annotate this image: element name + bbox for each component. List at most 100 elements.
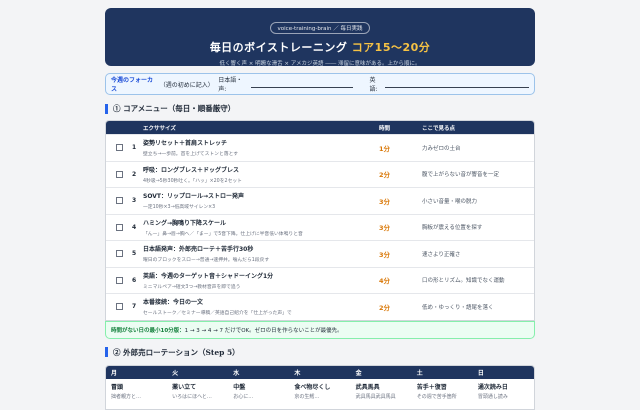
exercise-time: 1分 xyxy=(379,144,391,153)
rotation-item-title: 通次読み日 xyxy=(477,383,508,391)
rotation-cell: 中盤お心に… xyxy=(228,379,289,409)
rotation-cell: 通次読み日冒頭通し読み xyxy=(473,379,534,409)
header-exercise: エクササイズ xyxy=(143,125,176,132)
core-menu-table: エクササイズ 時間 ここで見る点 1 姿勢リセット＋首肩ストレッチ壁立ち→一歩前。… xyxy=(105,120,535,321)
hero-subtitle: 低く響く声 × 明瞭な滑舌 × アメカジ英語 ―― 滞留に意味がある。上から順に… xyxy=(219,61,421,67)
row-checkbox[interactable] xyxy=(115,223,123,231)
row-checkbox[interactable] xyxy=(115,170,123,178)
rotation-day: 月 xyxy=(111,369,118,377)
exercise-time: 4分 xyxy=(379,277,391,286)
exercise-detail: 壁立ち→一歩前。首を上げてストンと落とす xyxy=(143,152,239,158)
focus-hint: （週の初めに記入） xyxy=(159,81,214,89)
focus-label: 今週のフォーカス xyxy=(111,77,154,93)
rotation-cell: 食べ物尽くし 京の生鱈… xyxy=(289,379,350,409)
exercise-title: 姿勢リセット＋首肩ストレッチ xyxy=(143,140,228,148)
row-number: 7 xyxy=(132,303,137,311)
exercise-detail: 曜日のブロックをスロー→普通→速押井。噛んだら1段戻す xyxy=(143,258,270,264)
row-number: 6 xyxy=(132,276,137,284)
exercise-note: 速さより正確さ xyxy=(422,251,461,258)
exercise-title: SOVT：リップロール→ストロー発声 xyxy=(143,193,245,201)
exercise-title: 本番接続：今日の一文 xyxy=(143,299,204,307)
exercise-title: 呼吸：ロングブレス＋ドッグブレス xyxy=(143,166,240,174)
table-row: 7 本番接続：今日の一文セールストーク／セミナー導稿／英語自己紹介を「仕上がった声… xyxy=(106,293,534,320)
exercise-title: 英語：今週のターゲット音＋シャドーイング1分 xyxy=(143,272,274,280)
exercise-title: 日本語発声：外郎売ローテ＋苦手行30秒 xyxy=(143,246,254,254)
rotation-item-sub: 武具馬具武具馬具 xyxy=(355,393,396,400)
table-row: 5 日本語発声：外郎売ローテ＋苦手行30秒曜日のブロックをスロー→普通→速押井。噛… xyxy=(106,240,534,267)
table-row: 2 呼吸：ロングブレス＋ドッグブレス 4秒吸→5秒30秒吐く。「ハッ」×20を2セッ… xyxy=(106,160,534,188)
exercise-note: 胸板が震える位置を探す xyxy=(422,225,483,232)
row-number: 1 xyxy=(132,144,137,152)
rotation-item-title: 冒頭 xyxy=(111,383,124,391)
rotation-header: 月火水木金土日 xyxy=(106,365,534,379)
exercise-detail: 4秒吸→5秒30秒吐く。「ハッ」×20を2セット xyxy=(143,178,242,184)
exercise-time: 2分 xyxy=(379,303,391,312)
section-accent-bar xyxy=(105,103,108,114)
rotation-item-title: 食べ物尽くし xyxy=(294,383,331,391)
rotation-day: 金 xyxy=(355,369,362,377)
rotation-item-sub: お心に… xyxy=(233,393,254,400)
rotation-cell: 冒頭拙者親方と… xyxy=(106,379,167,409)
rotation-cell: 武具馬具 武具馬具武具馬具 xyxy=(351,379,412,409)
weekly-focus-box: 今週のフォーカス （週の初めに記入） 日本語・声: 英語: xyxy=(105,73,535,95)
hero-pill: voice-training-brain ／ 毎日実践 xyxy=(269,22,371,34)
exercise-title: ハミング→胸鳴り下降スケール xyxy=(143,219,227,227)
rotation-item-sub: 京の生鱈… xyxy=(294,393,320,400)
row-number: 2 xyxy=(132,170,137,178)
exercise-note: 腹で上がらない音が響音を一定 xyxy=(422,172,500,179)
page-title-accent: コア15〜20分 xyxy=(351,41,431,54)
rotation-item-title: 薬い立て xyxy=(172,383,197,391)
focus-en-label: 英語: xyxy=(369,77,378,93)
rotation-day: 水 xyxy=(233,369,240,377)
header-time: 時間 xyxy=(379,125,391,132)
row-checkbox[interactable] xyxy=(115,197,123,205)
header-note: ここで見る点 xyxy=(422,125,456,132)
rotation-day: 日 xyxy=(477,369,484,377)
row-checkbox[interactable] xyxy=(115,144,123,152)
section-rotation-title: ② 外郎売ローテーション（Step 5） xyxy=(113,347,240,357)
section-rotation-heading: ② 外郎売ローテーション（Step 5） xyxy=(105,347,535,358)
focus-jp-field[interactable] xyxy=(251,80,354,88)
hero-banner: voice-training-brain ／ 毎日実践 毎日のボイストレーニング… xyxy=(105,8,535,67)
row-checkbox[interactable] xyxy=(115,276,123,284)
minimum-version-tip: 時間がない日の最小10分版： 1 → 3 → 4 → 7 だけでOK。ゼロの日を… xyxy=(105,320,535,339)
rotation-day: 土 xyxy=(416,369,423,377)
rotation-item-title: 中盤 xyxy=(233,383,246,391)
exercise-detail: ミニマルペア→短文3つ→教材音声を即で追う xyxy=(143,284,241,290)
rotation-item-sub: 拙者親方と… xyxy=(111,393,142,400)
rotation-day: 木 xyxy=(294,369,301,377)
rotation-cell: 苦手＋復習その週で苦手箇所 xyxy=(412,379,473,409)
exercise-note: 力みゼロの土台 xyxy=(422,145,461,152)
tip-label: 時間がない日の最小10分版： xyxy=(111,327,185,334)
rotation-cell: 薬い立ていろはにほへと… xyxy=(167,379,228,409)
focus-jp-label: 日本語・声: xyxy=(218,77,243,93)
section-accent-bar xyxy=(105,347,108,357)
table-row: 4 ハミング→胸鳴り下降スケール「んー」鼻→唇→胸へ／「まー」で5音下降。仕上げに… xyxy=(106,213,534,241)
rotation-item-sub: 冒頭通し読み xyxy=(477,393,508,400)
exercise-detail: セールストーク／セミナー導稿／英語自己紹介を「仕上がった声」で xyxy=(143,311,292,317)
row-checkbox[interactable] xyxy=(115,250,123,258)
table-row: 3 SOVT：リップロール→ストロー発声 一定10秒×3→低高域サイレン×3 3分 小さ… xyxy=(106,187,534,214)
rotation-item-sub: いろはにほへと… xyxy=(172,393,212,400)
section-core-menu-heading: ① コアメニュー（毎日・順番厳守） xyxy=(105,103,535,114)
table-row: 6 英語：今週のターゲット音＋シャドーイング1分 ミニマルペア→短文3つ→教材音声を… xyxy=(106,266,534,294)
page: voice-training-brain ／ 毎日実践 毎日のボイストレーニング… xyxy=(105,0,535,410)
rotation-item-title: 武具馬具 xyxy=(355,383,380,391)
row-number: 4 xyxy=(132,223,137,231)
rotation-day: 火 xyxy=(172,369,179,377)
exercise-note: 低め・ゆっくり・語尾を落く xyxy=(422,304,494,311)
rotation-item-sub: その週で苦手箇所 xyxy=(416,393,457,400)
exercise-time: 2分 xyxy=(379,171,391,180)
rotation-body: 冒頭 拙者親方と… 薬い立て いろはにほへと… 中盤 お心に… 食べ物尽くし 京の生鱈… 武具馬… xyxy=(106,379,534,409)
exercise-time: 3分 xyxy=(379,197,391,206)
row-number: 3 xyxy=(132,197,137,205)
section-core-menu-title: ① コアメニュー（毎日・順番厳守） xyxy=(113,104,236,113)
table-row: 1 姿勢リセット＋首肩ストレッチ壁立ち→一歩前。首を上げてストンと落とす 1分 力みゼ… xyxy=(106,134,534,161)
rotation-item-title: 苦手＋復習 xyxy=(416,383,447,391)
row-number: 5 xyxy=(132,250,137,258)
exercise-note: 口の形とリズム。知識でなく運動 xyxy=(422,278,505,285)
focus-en-field[interactable] xyxy=(385,80,529,88)
exercise-detail: 「んー」鼻→唇→胸へ／「まー」で5音下降。仕上げに半音低い体鳴りと音 xyxy=(143,231,303,237)
row-checkbox[interactable] xyxy=(115,303,123,311)
page-title-main: 毎日のボイストレーニング xyxy=(209,41,352,54)
